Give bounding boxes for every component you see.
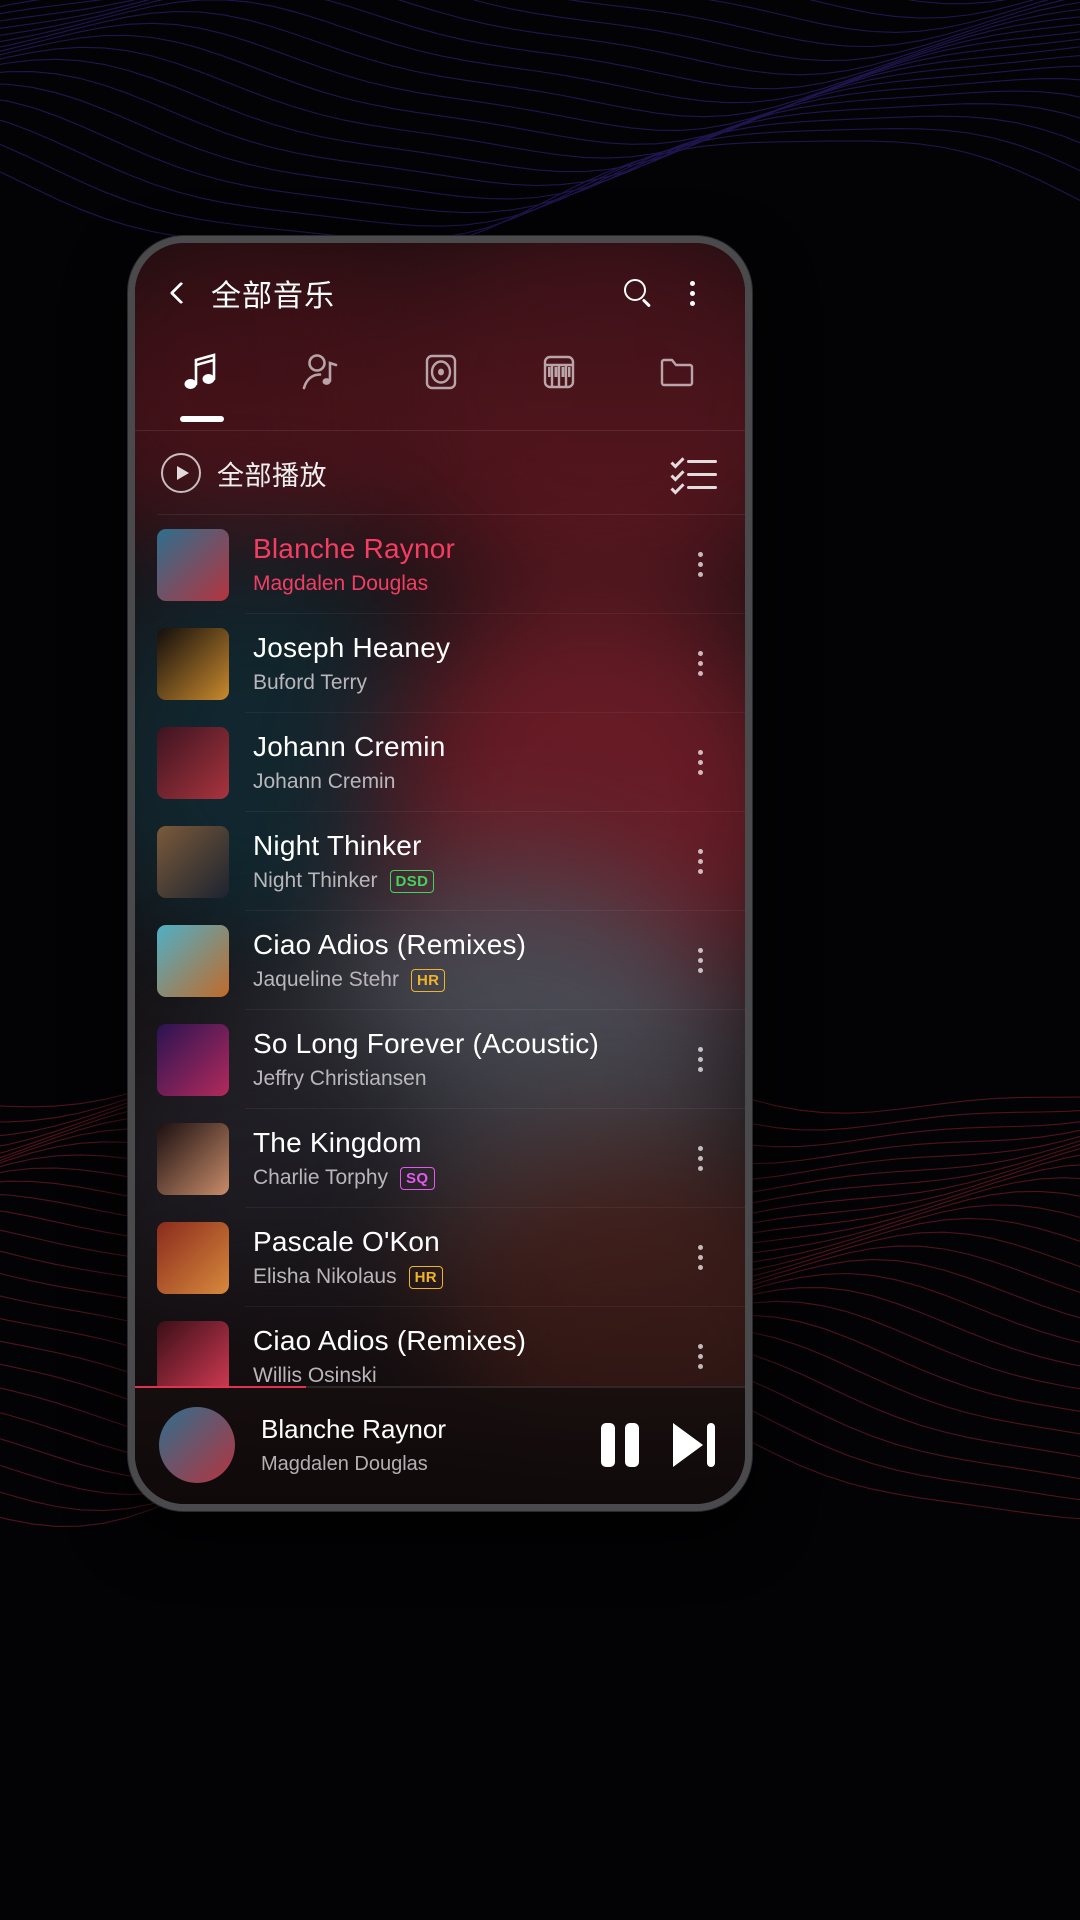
track-artist: Charlie Torphy (253, 1166, 389, 1189)
play-all-button[interactable]: 全部播放 (161, 453, 327, 493)
quality-badge: HR (410, 968, 446, 992)
piano-keys-icon (537, 349, 581, 395)
play-circle-icon (161, 453, 201, 493)
search-button[interactable] (611, 266, 665, 320)
track-artwork (157, 1122, 229, 1195)
track-title: Johann Cremin (253, 731, 446, 762)
music-app: 全部音乐 全部播放 Blanche Raynor Magdalen Dougla… (135, 243, 745, 1504)
track-artist: Jeffry Christiansen (253, 1067, 427, 1090)
track-row[interactable]: Night Thinker Night Thinker DSD (135, 812, 745, 911)
mini-player-artist: Magdalen Douglas (261, 1453, 428, 1475)
quality-badge: HR (408, 1265, 444, 1289)
playback-progress-bar[interactable] (135, 1386, 745, 1388)
track-artwork (157, 1221, 229, 1294)
active-tab-indicator (180, 416, 225, 422)
track-menu-button[interactable] (677, 1245, 723, 1270)
track-menu-button[interactable] (677, 651, 723, 676)
track-artist: Johann Cremin (253, 770, 396, 793)
search-icon (624, 279, 652, 308)
phone-frame: 全部音乐 全部播放 Blanche Raynor Magdalen Dougla… (128, 236, 752, 1511)
track-artwork (157, 1023, 229, 1096)
play-all-row[interactable]: 全部播放 (135, 431, 745, 515)
track-menu-button[interactable] (677, 1344, 723, 1369)
track-menu-button[interactable] (677, 750, 723, 775)
track-menu-button[interactable] (677, 849, 723, 874)
tab-artists[interactable] (262, 343, 381, 431)
track-artist: Buford Terry (253, 671, 367, 694)
folder-icon (656, 349, 700, 395)
track-menu-button[interactable] (677, 1146, 723, 1171)
track-row[interactable]: Johann Cremin Johann Cremin (135, 713, 745, 812)
track-row[interactable]: Joseph Heaney Buford Terry (135, 614, 745, 713)
page-title: 全部音乐 (211, 280, 335, 313)
checklist-icon[interactable] (670, 453, 717, 495)
mini-player-title: Blanche Raynor (261, 1414, 446, 1444)
back-button[interactable] (157, 272, 199, 314)
album-disc-icon (418, 349, 462, 395)
mini-player-artwork[interactable] (159, 1407, 235, 1483)
track-row[interactable]: Blanche Raynor Magdalen Douglas (135, 515, 745, 614)
tab-albums[interactable] (381, 343, 500, 431)
track-artwork (157, 1320, 229, 1386)
track-artwork (157, 924, 229, 997)
track-artist: Jaqueline Stehr (253, 968, 399, 991)
track-artist: Night Thinker (253, 869, 378, 892)
track-list[interactable]: Blanche Raynor Magdalen Douglas Joseph Hea… (135, 515, 745, 1386)
track-title: Ciao Adios (Remixes) (253, 929, 527, 960)
play-all-label: 全部播放 (217, 460, 327, 491)
track-artist: Elisha Nikolaus (253, 1265, 397, 1288)
chevron-left-icon (169, 281, 192, 305)
track-menu-button[interactable] (677, 1047, 723, 1072)
track-artwork (157, 528, 229, 601)
track-row[interactable]: Ciao Adios (Remixes) Willis Osinski (135, 1307, 745, 1386)
phone-screen: 全部音乐 全部播放 Blanche Raynor Magdalen Dougla… (135, 243, 745, 1504)
screenshot-root: 全部音乐 全部播放 Blanche Raynor Magdalen Dougla… (0, 0, 1080, 1920)
track-menu-button[interactable] (677, 948, 723, 973)
track-title: Joseph Heaney (253, 632, 451, 663)
track-artwork (157, 627, 229, 700)
quality-badge: DSD (389, 869, 435, 893)
tab-folders[interactable] (618, 343, 737, 431)
track-row[interactable]: Ciao Adios (Remixes) Jaqueline Stehr HR (135, 911, 745, 1010)
app-bar: 全部音乐 (135, 243, 745, 343)
track-artwork (157, 825, 229, 898)
kebab-menu-icon (689, 280, 695, 306)
track-title: Night Thinker (253, 830, 422, 861)
track-title: Ciao Adios (Remixes) (253, 1325, 527, 1356)
track-row[interactable]: Pascale O'Kon Elisha Nikolaus HR (135, 1208, 745, 1307)
next-track-icon[interactable] (673, 1423, 715, 1467)
track-title: The Kingdom (253, 1127, 422, 1158)
track-artist: Magdalen Douglas (253, 572, 429, 595)
track-title: Pascale O'Kon (253, 1226, 440, 1257)
pause-icon[interactable] (601, 1423, 639, 1467)
mini-player[interactable]: Blanche Raynor Magdalen Douglas (135, 1386, 745, 1504)
track-artist: Willis Osinski (253, 1364, 377, 1386)
tab-songs[interactable] (143, 343, 262, 431)
track-title: So Long Forever (Acoustic) (253, 1028, 600, 1059)
tab-genres[interactable] (499, 343, 618, 431)
music-note-icon (180, 349, 224, 395)
track-title: Blanche Raynor (253, 533, 456, 564)
tab-bar (135, 343, 745, 431)
track-menu-button[interactable] (677, 552, 723, 577)
track-artwork (157, 726, 229, 799)
track-row[interactable]: The Kingdom Charlie Torphy SQ (135, 1109, 745, 1208)
artist-note-icon (299, 349, 343, 395)
overflow-menu-button[interactable] (665, 266, 719, 320)
track-row[interactable]: So Long Forever (Acoustic) Jeffry Christi… (135, 1010, 745, 1109)
quality-badge: SQ (400, 1166, 435, 1190)
